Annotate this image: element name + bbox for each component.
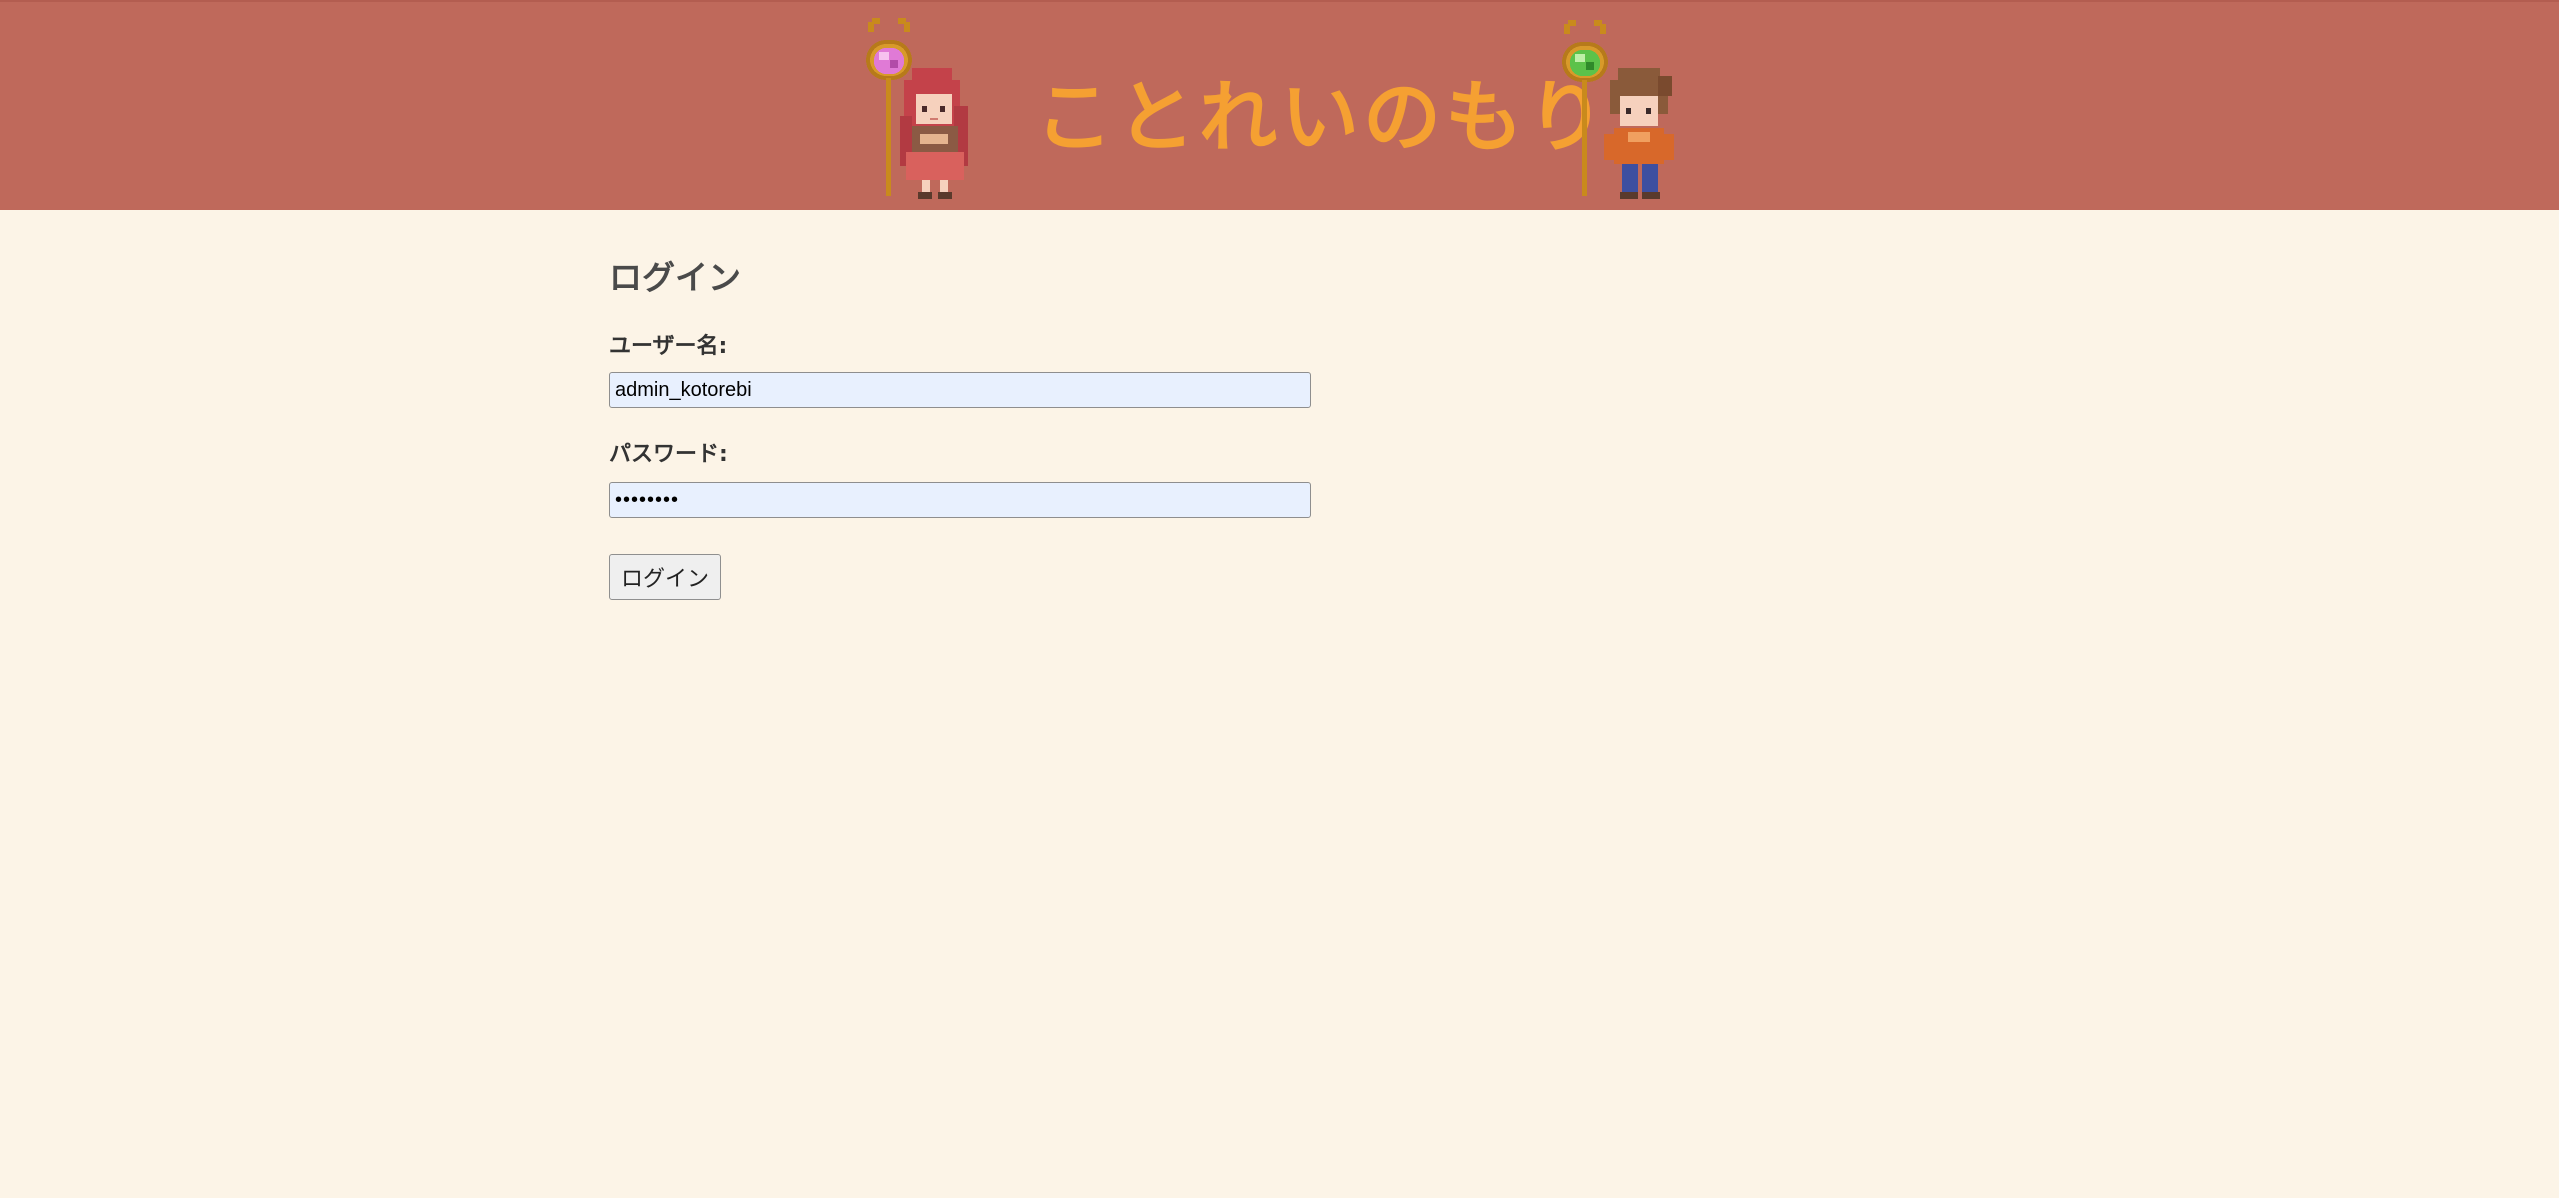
login-button[interactable]: ログイン xyxy=(609,554,722,600)
page-title: ログイン xyxy=(609,258,741,297)
mage-boy-icon xyxy=(1562,20,1674,199)
site-banner: ことれいのもり xyxy=(860,16,1680,201)
username-label: ユーザー名: xyxy=(609,334,728,359)
site-title: ことれいのもり xyxy=(1035,73,1610,163)
password-label: パスワード: xyxy=(609,442,728,467)
username-input[interactable] xyxy=(609,372,1311,408)
mage-girl-icon xyxy=(866,18,968,199)
site-header: ことれいのもり xyxy=(0,0,2559,210)
password-input[interactable] xyxy=(609,482,1311,518)
